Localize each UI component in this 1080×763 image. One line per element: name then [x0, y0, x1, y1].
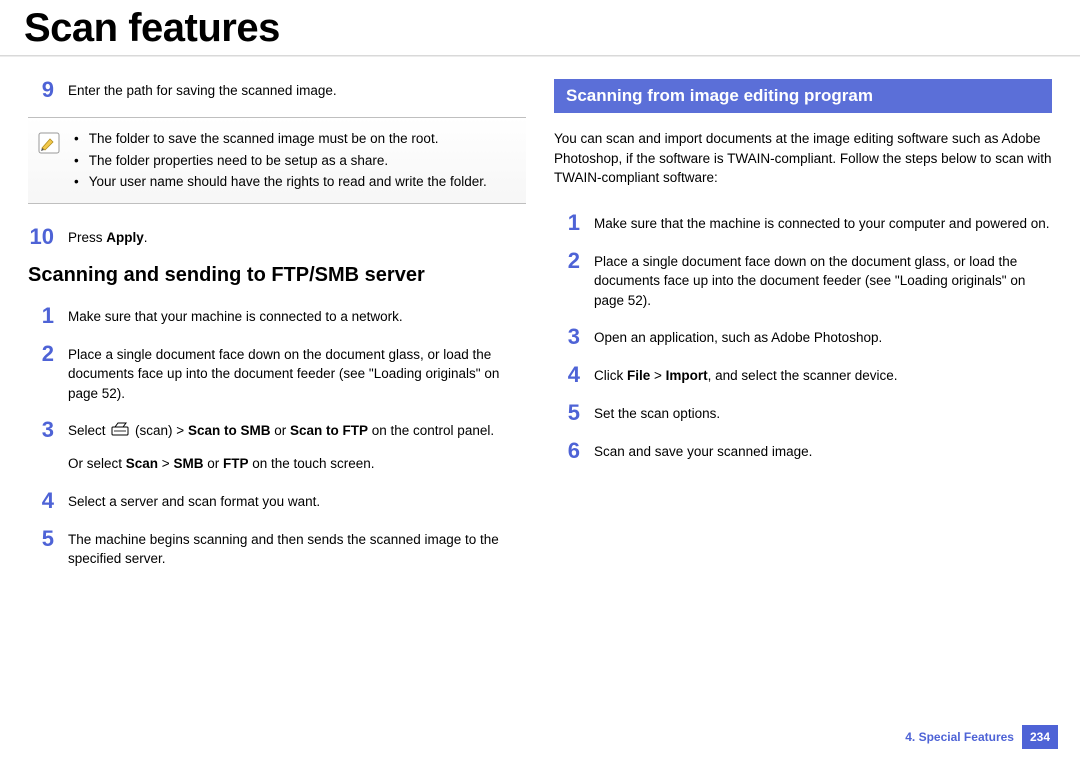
bold-text: Scan to FTP: [290, 423, 368, 438]
step-text: Select (scan) > Scan to SMB or Scan to F…: [68, 419, 526, 473]
step-number: 4: [28, 490, 54, 512]
step-number: 2: [28, 343, 54, 365]
text: Or select: [68, 456, 126, 471]
note-item: Your user name should have the rights to…: [74, 171, 487, 193]
bold-text: SMB: [173, 456, 203, 471]
step-4: 4 Select a server and scan format you wa…: [28, 490, 526, 512]
note-icon: [36, 130, 62, 156]
bold-text: Apply: [106, 230, 144, 245]
step-text: Make sure that your machine is connected…: [68, 305, 526, 327]
bold-text: Import: [666, 368, 708, 383]
content-columns: 9 Enter the path for saving the scanned …: [0, 79, 1080, 585]
step-text: Place a single document face down on the…: [68, 343, 526, 404]
bold-text: Scan to SMB: [188, 423, 271, 438]
footer-page-number: 234: [1022, 725, 1058, 749]
text: Press: [68, 230, 106, 245]
footer-chapter: 4. Special Features: [905, 730, 1014, 744]
step-number: 5: [28, 528, 54, 550]
step-10: 10 Press Apply.: [28, 226, 526, 248]
note-item: The folder to save the scanned image mus…: [74, 128, 487, 150]
step-number: 5: [554, 402, 580, 424]
scan-icon: [111, 422, 129, 444]
text: or: [203, 456, 223, 471]
page-title: Scan features: [0, 0, 1080, 55]
step-number: 4: [554, 364, 580, 386]
bold-text: File: [627, 368, 650, 383]
step-text: Enter the path for saving the scanned im…: [68, 79, 526, 101]
step-5: 5 The machine begins scanning and then s…: [28, 528, 526, 569]
step-text: Place a single document face down on the…: [594, 250, 1052, 311]
text: Click: [594, 368, 627, 383]
step-2: 2 Place a single document face down on t…: [28, 343, 526, 404]
step-2: 2 Place a single document face down on t…: [554, 250, 1052, 311]
step-text: Click File > Import, and select the scan…: [594, 364, 1052, 386]
step-3: 3 Select (scan) > Scan to SMB or Scan to…: [28, 419, 526, 473]
note-list: The folder to save the scanned image mus…: [74, 128, 487, 193]
step-number: 2: [554, 250, 580, 272]
step-9: 9 Enter the path for saving the scanned …: [28, 79, 526, 101]
step-text: Make sure that the machine is connected …: [594, 212, 1052, 234]
text: or: [270, 423, 290, 438]
step-1: 1 Make sure that the machine is connecte…: [554, 212, 1052, 234]
text: Select: [68, 423, 109, 438]
note-item: The folder properties need to be setup a…: [74, 150, 487, 172]
text: , and select the scanner device.: [708, 368, 898, 383]
step-6: 6 Scan and save your scanned image.: [554, 440, 1052, 462]
step-number: 9: [28, 79, 54, 101]
text: on the touch screen.: [248, 456, 374, 471]
section-heading-ftp-smb: Scanning and sending to FTP/SMB server: [28, 264, 526, 287]
step-number: 1: [554, 212, 580, 234]
step-text: Select a server and scan format you want…: [68, 490, 526, 512]
step-number: 6: [554, 440, 580, 462]
note-box: The folder to save the scanned image mus…: [28, 117, 526, 204]
text: on the control panel.: [368, 423, 494, 438]
section-heading-image-editing: Scanning from image editing program: [554, 79, 1052, 113]
bold-text: FTP: [223, 456, 249, 471]
step-text: Open an application, such as Adobe Photo…: [594, 326, 1052, 348]
step-text: The machine begins scanning and then sen…: [68, 528, 526, 569]
step-number: 3: [554, 326, 580, 348]
bold-text: Scan: [126, 456, 158, 471]
step-text: Scan and save your scanned image.: [594, 440, 1052, 462]
text: (scan) >: [135, 423, 188, 438]
step-number: 3: [28, 419, 54, 441]
step-5: 5 Set the scan options.: [554, 402, 1052, 424]
text: >: [158, 456, 173, 471]
text: .: [144, 230, 148, 245]
step-number: 10: [28, 226, 54, 248]
right-column: Scanning from image editing program You …: [554, 79, 1052, 585]
step-1: 1 Make sure that your machine is connect…: [28, 305, 526, 327]
step-number: 1: [28, 305, 54, 327]
step-3: 3 Open an application, such as Adobe Pho…: [554, 326, 1052, 348]
text: >: [650, 368, 665, 383]
page-footer: 4. Special Features 234: [905, 725, 1058, 749]
title-rule: [0, 55, 1080, 57]
step-text: Set the scan options.: [594, 402, 1052, 424]
left-column: 9 Enter the path for saving the scanned …: [28, 79, 526, 585]
step-4: 4 Click File > Import, and select the sc…: [554, 364, 1052, 386]
step-text: Press Apply.: [68, 226, 526, 248]
intro-paragraph: You can scan and import documents at the…: [554, 129, 1052, 188]
